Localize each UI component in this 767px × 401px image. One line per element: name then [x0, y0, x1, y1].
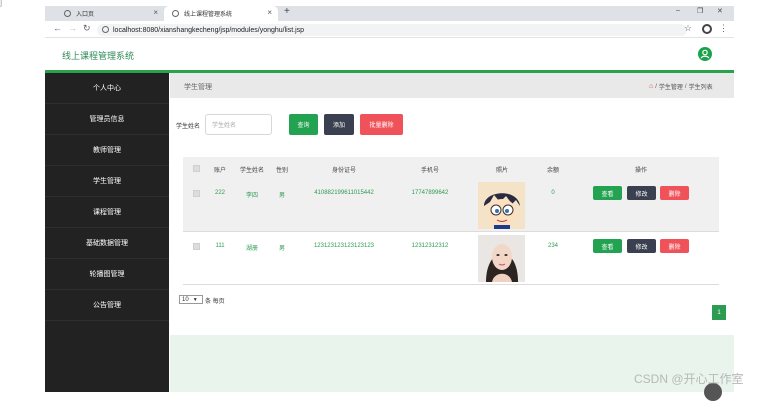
cell-id-card: 410882199611015442	[314, 190, 374, 196]
view-button[interactable]: 查看	[593, 239, 622, 253]
cell-balance: 0	[551, 190, 555, 196]
tab-label: 入口页	[76, 12, 95, 18]
edit-button[interactable]: 修改	[627, 239, 656, 253]
chevron-down-icon: ▼	[192, 296, 198, 303]
globe-icon	[172, 10, 179, 17]
app-title: 线上课程管理系统	[62, 51, 135, 61]
profile-icon[interactable]	[702, 24, 712, 34]
select-all-checkbox[interactable]	[193, 165, 200, 172]
edit-button[interactable]: 修改	[627, 186, 656, 200]
sidebar-item-basic-data[interactable]: 基础数据管理	[45, 228, 169, 259]
header-account: 账户	[213, 168, 226, 174]
view-button[interactable]: 查看	[593, 186, 622, 200]
url-text: localhost:8080/xianshangkecheng/jsp/modu…	[113, 26, 305, 34]
app-header	[45, 40, 734, 70]
back-icon[interactable]: ←	[53, 23, 62, 33]
browser-tab-2[interactable]: 线上课程管理系统 ×	[164, 6, 278, 21]
cell-name: 李四	[245, 193, 258, 199]
header-name: 学生姓名	[239, 168, 264, 174]
close-window-button[interactable]: ✕	[717, 7, 723, 15]
delete-button[interactable]: 删除	[660, 239, 689, 253]
cell-gender: 男	[278, 193, 285, 199]
header-gender: 性别	[275, 168, 288, 174]
cell-account: 111	[215, 243, 225, 249]
minimize-button[interactable]: –	[676, 7, 680, 14]
page-size-label: 条 每页	[205, 299, 225, 305]
header-phone: 手机号	[420, 168, 439, 174]
close-tab-icon[interactable]: ×	[153, 8, 158, 17]
sidebar-item-personal-center[interactable]: 个人中心	[45, 73, 169, 104]
add-button[interactable]: 添加	[324, 114, 354, 135]
cell-account: 222	[214, 190, 225, 196]
batch-delete-button[interactable]: 批量删除	[360, 114, 403, 135]
cell-balance: 234	[547, 243, 558, 249]
row-checkbox[interactable]	[193, 190, 200, 197]
header-id-card: 身份证号	[331, 168, 356, 174]
cell-name: 湖册	[245, 246, 258, 252]
globe-icon	[64, 10, 71, 17]
breadcrumb-item: 学生列表	[688, 85, 713, 91]
cell-phone: 12312312312	[411, 243, 449, 249]
watermark-text: CSDN @开心工作室	[634, 372, 744, 386]
breadcrumb: ⌂ / 学生管理 / 学生列表	[649, 82, 713, 91]
sidebar-item-student-management[interactable]: 学生管理	[45, 166, 169, 197]
star-icon[interactable]: ☆	[684, 23, 692, 34]
home-icon[interactable]: ⌂	[649, 83, 653, 90]
browser-tab-1[interactable]: 入口页 ×	[56, 6, 164, 21]
restore-button[interactable]: ❐	[697, 7, 703, 15]
user-icon[interactable]	[698, 47, 712, 61]
page-title: 学生管理	[184, 84, 212, 91]
sidebar-item-admin-info[interactable]: 管理员信息	[45, 104, 169, 135]
cell-phone: 17747899642	[411, 190, 449, 196]
sidebar-item-carousel[interactable]: 轮播图管理	[45, 259, 169, 290]
breadcrumb-separator: /	[655, 83, 657, 90]
page-size-value: 10	[182, 296, 189, 303]
close-tab-icon[interactable]: ×	[267, 8, 272, 17]
cell-id-card: 123123123123123123	[313, 243, 375, 249]
student-name-input[interactable]: 学生姓名	[205, 114, 272, 135]
tab-label: 线上课程管理系统	[184, 12, 233, 18]
corner-mark: ]	[0, 0, 2, 7]
header-balance: 余额	[546, 168, 559, 174]
row-checkbox[interactable]	[193, 243, 200, 250]
info-icon	[102, 26, 109, 33]
more-menu-icon[interactable]: ⋮	[719, 23, 728, 34]
breadcrumb-separator: /	[684, 83, 687, 90]
sidebar-item-teacher-management[interactable]: 教师管理	[45, 135, 169, 166]
breadcrumb-item[interactable]: 学生管理	[659, 82, 683, 91]
delete-button[interactable]: 删除	[660, 186, 689, 200]
search-label: 学生姓名	[176, 124, 201, 130]
sidebar-item-announcements[interactable]: 公告管理	[45, 290, 169, 321]
header-actions: 操作	[634, 168, 647, 174]
header-photo: 照片	[495, 168, 508, 174]
page-button-current[interactable]: 1	[712, 305, 726, 320]
forward-icon[interactable]: →	[68, 23, 77, 33]
cartoon-avatar-photo	[478, 182, 525, 229]
page-size-select[interactable]: 10 ▼	[179, 295, 203, 304]
cell-gender: 男	[278, 246, 285, 252]
reload-icon[interactable]: ↻	[83, 23, 91, 34]
url-input[interactable]: localhost:8080/xianshangkecheng/jsp/modu…	[97, 24, 687, 36]
query-button[interactable]: 查询	[289, 114, 318, 135]
sidebar-item-course-management[interactable]: 课程管理	[45, 197, 169, 228]
new-tab-button[interactable]: +	[284, 6, 290, 17]
woman-portrait-photo	[478, 235, 525, 282]
